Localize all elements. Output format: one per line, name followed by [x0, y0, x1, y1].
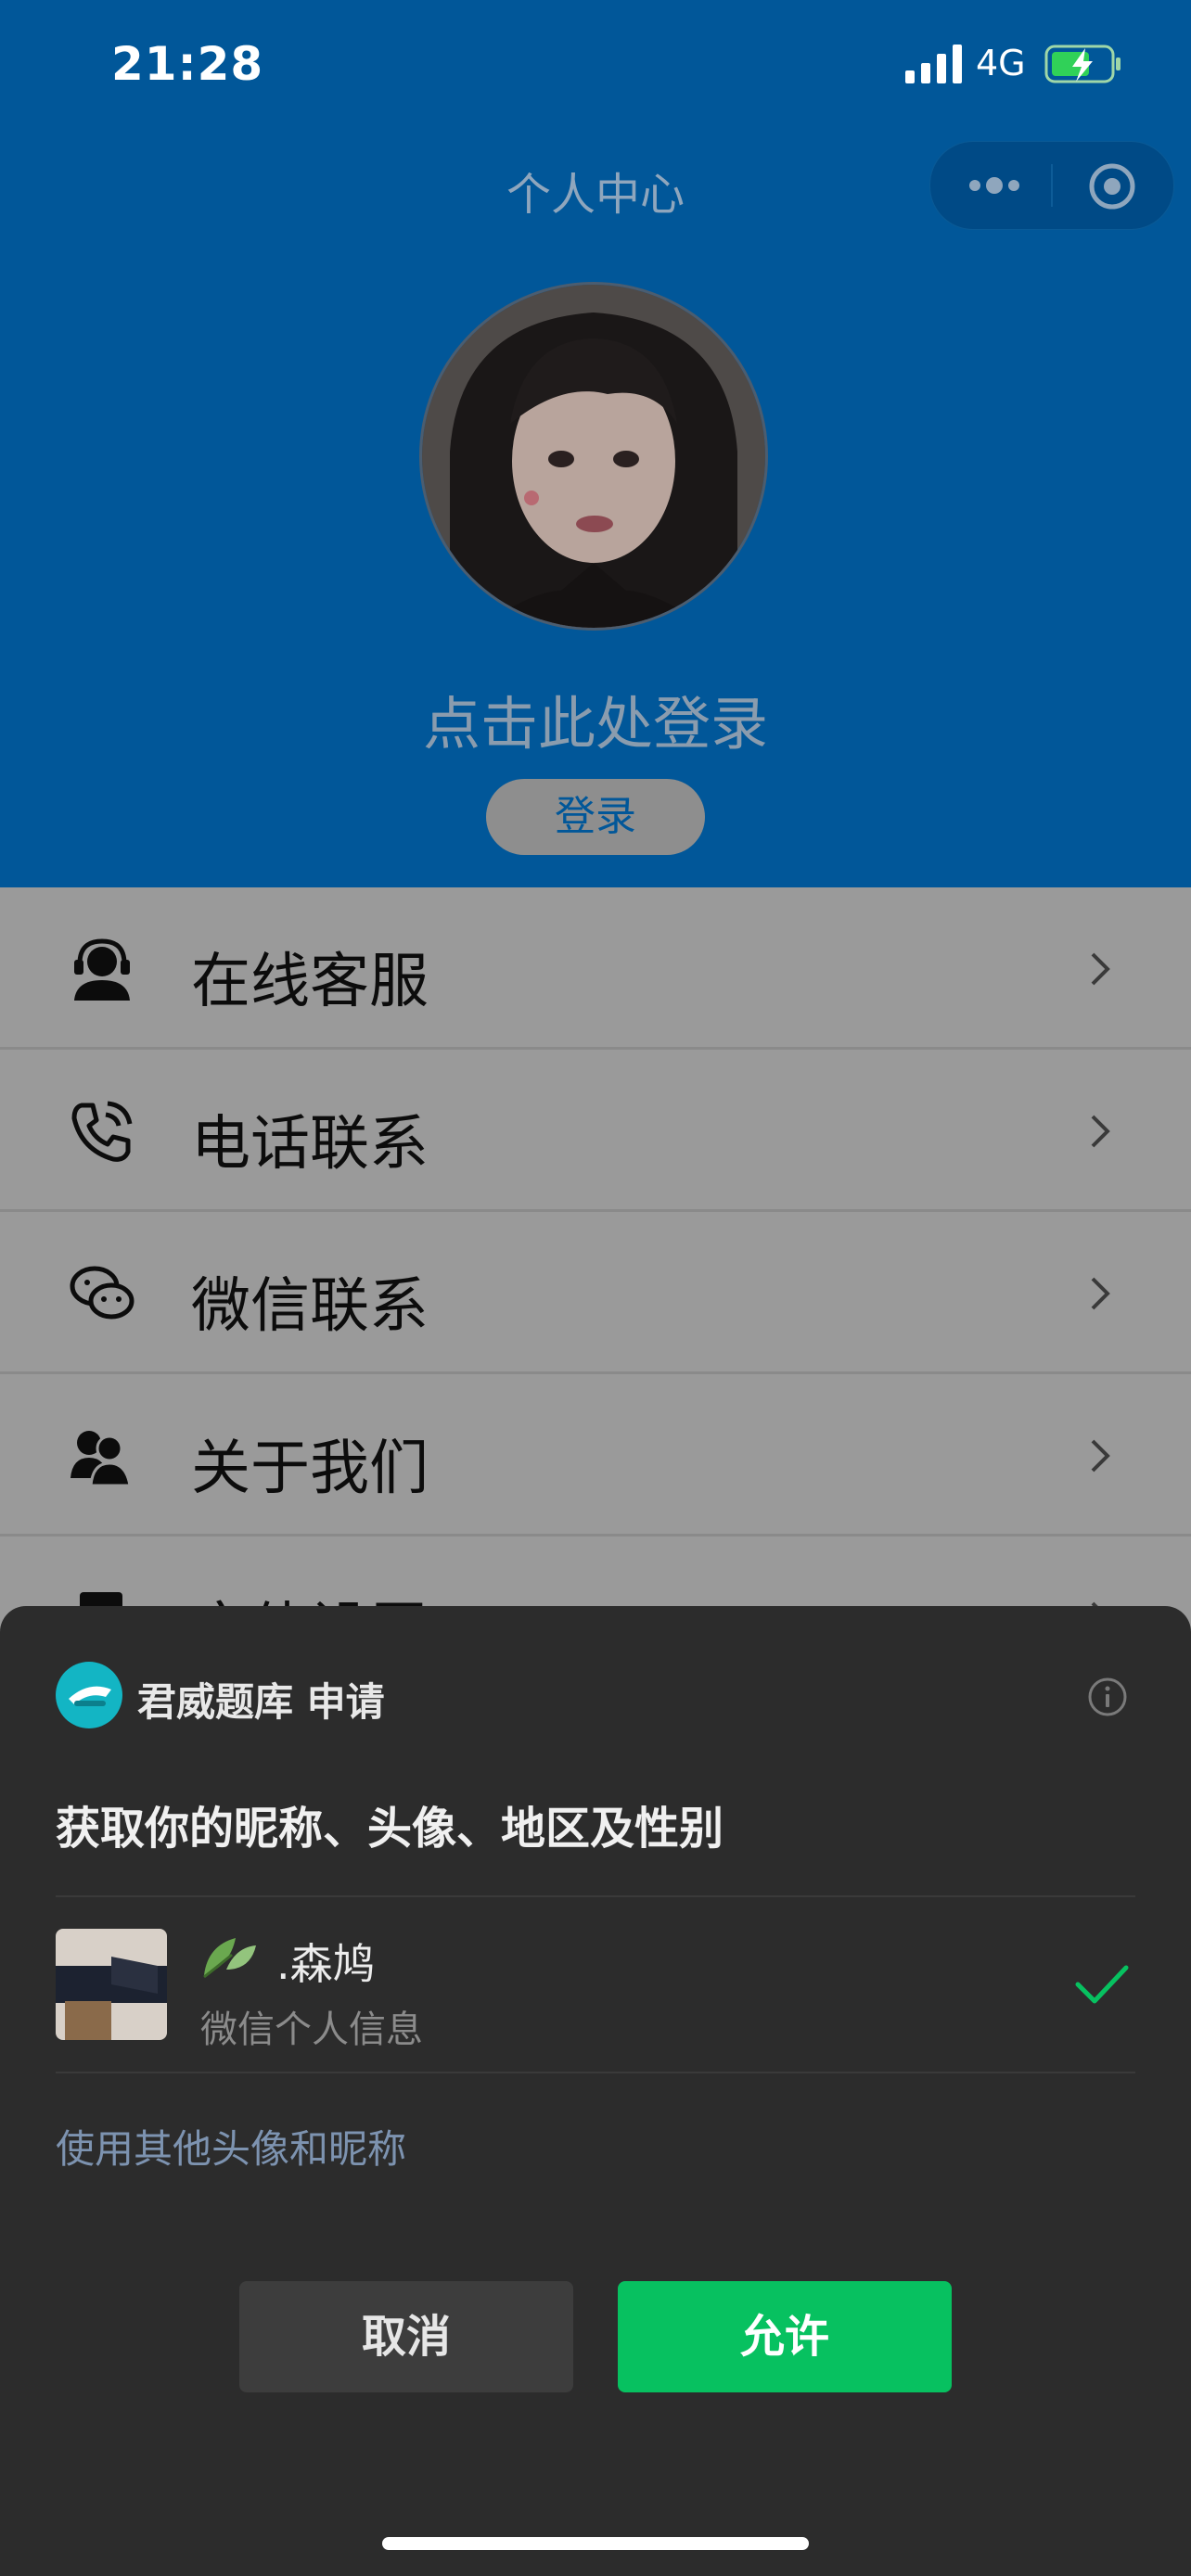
- menu-label: 微信联系: [191, 1272, 429, 1341]
- headset-agent-icon: [74, 938, 130, 1001]
- permission-description: 获取你的昵称、头像、地区及性别: [56, 1803, 724, 1855]
- divider: [56, 2072, 1135, 2073]
- menu-item-about-us[interactable]: 关于我们: [0, 1374, 1191, 1537]
- home-indicator[interactable]: [382, 2537, 809, 2550]
- network-type: 4G: [976, 43, 1026, 83]
- allow-button[interactable]: 允许: [618, 2281, 952, 2392]
- app-name: 君威题库 申请: [137, 1679, 385, 1725]
- status-bar: 21:28 4G: [0, 0, 1191, 130]
- profile-header: 21:28 4G 个人中心 点击此处登录 登录: [0, 0, 1191, 887]
- users-icon: [70, 1431, 132, 1487]
- account-subtitle: 微信个人信息: [200, 2009, 423, 2051]
- mini-program-capsule: [929, 141, 1174, 230]
- auth-bottom-sheet: 君威题库 申请 获取你的昵称、头像、地区及性别 .森鸠 微信个人信息 使用其他头…: [0, 1606, 1191, 2576]
- menu-label: 电话联系: [191, 1110, 429, 1179]
- check-icon: [1075, 1965, 1129, 2004]
- chevron-right-icon: [1091, 952, 1110, 986]
- capsule-divider: [1051, 164, 1053, 207]
- status-time: 21:28: [111, 37, 264, 91]
- app-logo-icon: [56, 1662, 122, 1728]
- chevron-right-icon: [1091, 1277, 1110, 1310]
- login-button[interactable]: 登录: [486, 779, 705, 855]
- wechat-icon: [70, 1266, 134, 1320]
- more-dots-icon[interactable]: [966, 162, 1023, 209]
- phone-icon: [71, 1101, 133, 1162]
- divider: [56, 1895, 1135, 1897]
- menu-item-online-service[interactable]: 在线客服: [0, 887, 1191, 1050]
- menu-item-wechat-contact[interactable]: 微信联系: [0, 1212, 1191, 1374]
- close-target-icon[interactable]: [1086, 160, 1138, 212]
- account-photo: [56, 1929, 167, 2040]
- chevron-right-icon: [1091, 1115, 1110, 1148]
- menu-label: 在线客服: [191, 948, 429, 1016]
- menu-label: 关于我们: [191, 1435, 429, 1503]
- use-other-avatar-link[interactable]: 使用其他头像和昵称: [56, 2118, 406, 2174]
- account-avatar: [56, 1929, 167, 2040]
- leaf-icon: [203, 1938, 256, 1979]
- account-nickname: .森鸠: [276, 1939, 376, 1989]
- battery-charging-icon: [1044, 45, 1121, 83]
- cancel-button[interactable]: 取消: [239, 2281, 573, 2392]
- menu-item-phone-contact[interactable]: 电话联系: [0, 1050, 1191, 1212]
- chevron-right-icon: [1091, 1439, 1110, 1473]
- avatar-photo: [422, 285, 765, 628]
- profile-avatar[interactable]: [419, 282, 768, 631]
- menu-list: 在线客服 电话联系 微信联系 关于我们: [0, 887, 1191, 1699]
- signal-icon: [905, 45, 962, 83]
- info-icon[interactable]: [1087, 1677, 1128, 1717]
- login-hint[interactable]: 点击此处登录: [0, 677, 1191, 760]
